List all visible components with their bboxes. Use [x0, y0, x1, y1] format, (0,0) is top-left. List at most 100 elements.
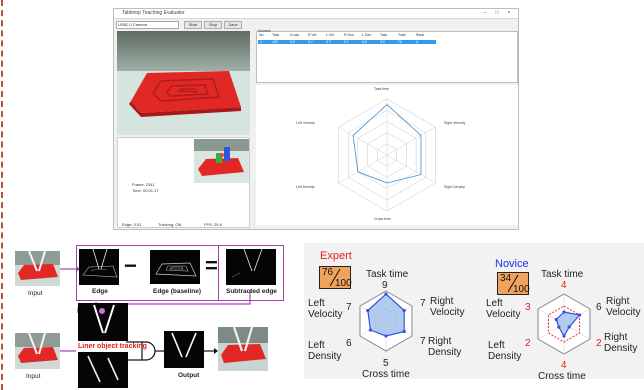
novice-axis-right-velocity: Right Velocity	[606, 296, 641, 318]
table-cell: 76	[398, 40, 402, 44]
expert-title: Expert	[320, 250, 352, 262]
novice-val-task-time: 4	[561, 280, 567, 291]
table-cell: 1	[260, 40, 262, 44]
novice-axis-left-velocity: Left Velocity	[486, 298, 521, 320]
app-radar-label-ul: Left Velocity	[296, 121, 315, 125]
camera-view	[117, 31, 250, 135]
radar-point	[366, 308, 370, 313]
label-output: Output	[178, 372, 200, 379]
input-image-top	[15, 251, 60, 286]
expert-val-left-density: 6	[346, 338, 352, 349]
table-header: No.	[259, 33, 265, 37]
expert-axis-left-density: Left Density	[308, 340, 342, 362]
radar-point	[368, 328, 373, 332]
label-input-top: Input	[28, 290, 43, 297]
table-header: Cross	[290, 33, 300, 37]
expert-axis-right-density: Right Density	[428, 336, 462, 358]
frame-readout: Frame: 2341	[132, 182, 155, 187]
novice-axis-cross-time: Cross time	[538, 371, 586, 382]
expert-axis-task-time: Task time	[366, 269, 409, 280]
expert-val-left-velocity: 7	[346, 302, 352, 313]
table-cell: 0.7	[326, 40, 331, 44]
radar-point	[402, 329, 406, 334]
novice-score-box: 34 100	[497, 272, 530, 295]
novice-axis-task-time: Task time	[541, 269, 584, 280]
score-table	[256, 31, 518, 83]
expert-val-cross-time: 5	[383, 358, 389, 369]
table-cell: 0.6	[362, 40, 367, 44]
table-cell: A	[416, 40, 419, 44]
expert-axis-cross-time: Cross time	[362, 369, 410, 380]
equals-symbol: =	[205, 253, 218, 278]
stop-button[interactable]: Stop	[204, 21, 222, 29]
app-radar-label-ur: Right Velocity	[444, 121, 466, 125]
expert-val-task-time: 9	[382, 280, 388, 291]
radar-point	[384, 292, 388, 296]
table-cell: 0.7	[308, 40, 313, 44]
table-cell: 100	[272, 40, 278, 44]
novice-axis-right-density: Right Density	[604, 332, 638, 354]
label-liner-tracking: Liner object tracking	[78, 343, 147, 350]
app-radar-spoke	[386, 126, 436, 156]
label-edge: Edge	[92, 288, 108, 295]
app-radar-label-bottom: Cross time	[374, 217, 391, 221]
radar-point	[562, 334, 566, 338]
table-cell: 0.7	[344, 40, 349, 44]
minus-symbol: −	[124, 253, 137, 278]
app-window: Tabletop Teaching Evaluator – □ × USB2.0…	[113, 8, 519, 230]
app-radar-label-top: Task time	[374, 87, 389, 91]
input-image-bottom	[15, 333, 60, 369]
radar-point	[567, 325, 571, 329]
novice-val-left-density: 2	[525, 338, 531, 349]
app-radar-spoke	[338, 126, 388, 156]
radar-point	[554, 317, 558, 322]
expert-radar-chart	[359, 290, 413, 352]
time-readout: Time: 00:01:17	[132, 188, 159, 193]
footer-tracking: Tracking: ON	[158, 222, 182, 227]
table-header: Total	[398, 33, 406, 37]
footer-fps: FPS: 29.9	[204, 222, 222, 227]
title-bar: Tabletop Teaching Evaluator – □ ×	[114, 9, 518, 19]
expert-score-box: 76 100	[319, 266, 352, 289]
app-radar-area: Task time Right Velocity Right Density C…	[256, 85, 518, 225]
radar-point	[402, 308, 406, 313]
label-input-bottom: Input	[26, 373, 41, 380]
camera-image	[117, 31, 250, 135]
radar-point	[577, 313, 582, 317]
radar-point	[557, 325, 561, 329]
output-overlay-image	[218, 327, 268, 371]
tracking-image-top	[78, 303, 128, 341]
maximize-icon[interactable]: □	[492, 10, 502, 16]
expert-axis-right-velocity: Right Velocity	[430, 296, 465, 318]
start-button[interactable]: Start	[184, 21, 202, 29]
save-button[interactable]: Save	[224, 21, 242, 29]
novice-title: Novice	[495, 258, 529, 270]
footer-edge: Edge: 0.51	[122, 222, 142, 227]
table-header: R.Den	[344, 33, 354, 37]
edge-baseline-image	[150, 250, 200, 284]
output-image	[164, 331, 204, 368]
novice-axis-left-density: Left Density	[488, 340, 522, 362]
novice-radar-chart	[537, 293, 591, 355]
expert-axis-left-velocity: Left Velocity	[308, 298, 343, 320]
table-header: Rank	[416, 33, 425, 37]
table-header: R.Vel	[308, 33, 317, 37]
table-cell: 0.9	[380, 40, 385, 44]
table-header: Task	[272, 33, 280, 37]
table-header: L.Den	[362, 33, 372, 37]
edge-image	[79, 249, 119, 285]
novice-val-right-velocity: 6	[596, 302, 602, 313]
app-radar-label-lr: Right Density	[444, 185, 465, 189]
close-icon[interactable]: ×	[504, 10, 514, 16]
camera-select[interactable]: USB2.0 Camera	[116, 21, 179, 29]
subtracted-edge-image	[226, 249, 276, 285]
label-subtracted-edge: Subtracted edge	[226, 288, 277, 295]
app-radar-spoke	[338, 154, 388, 184]
expert-val-right-density: 7	[420, 336, 426, 347]
app-radar-label-ll: Left Density	[296, 185, 315, 189]
table-cell: 0.5	[290, 40, 295, 44]
table-header: Task	[380, 33, 388, 37]
minimize-icon[interactable]: –	[480, 10, 490, 16]
app-radar-spoke	[386, 154, 436, 184]
window-title: Tabletop Teaching Evaluator	[122, 10, 185, 16]
